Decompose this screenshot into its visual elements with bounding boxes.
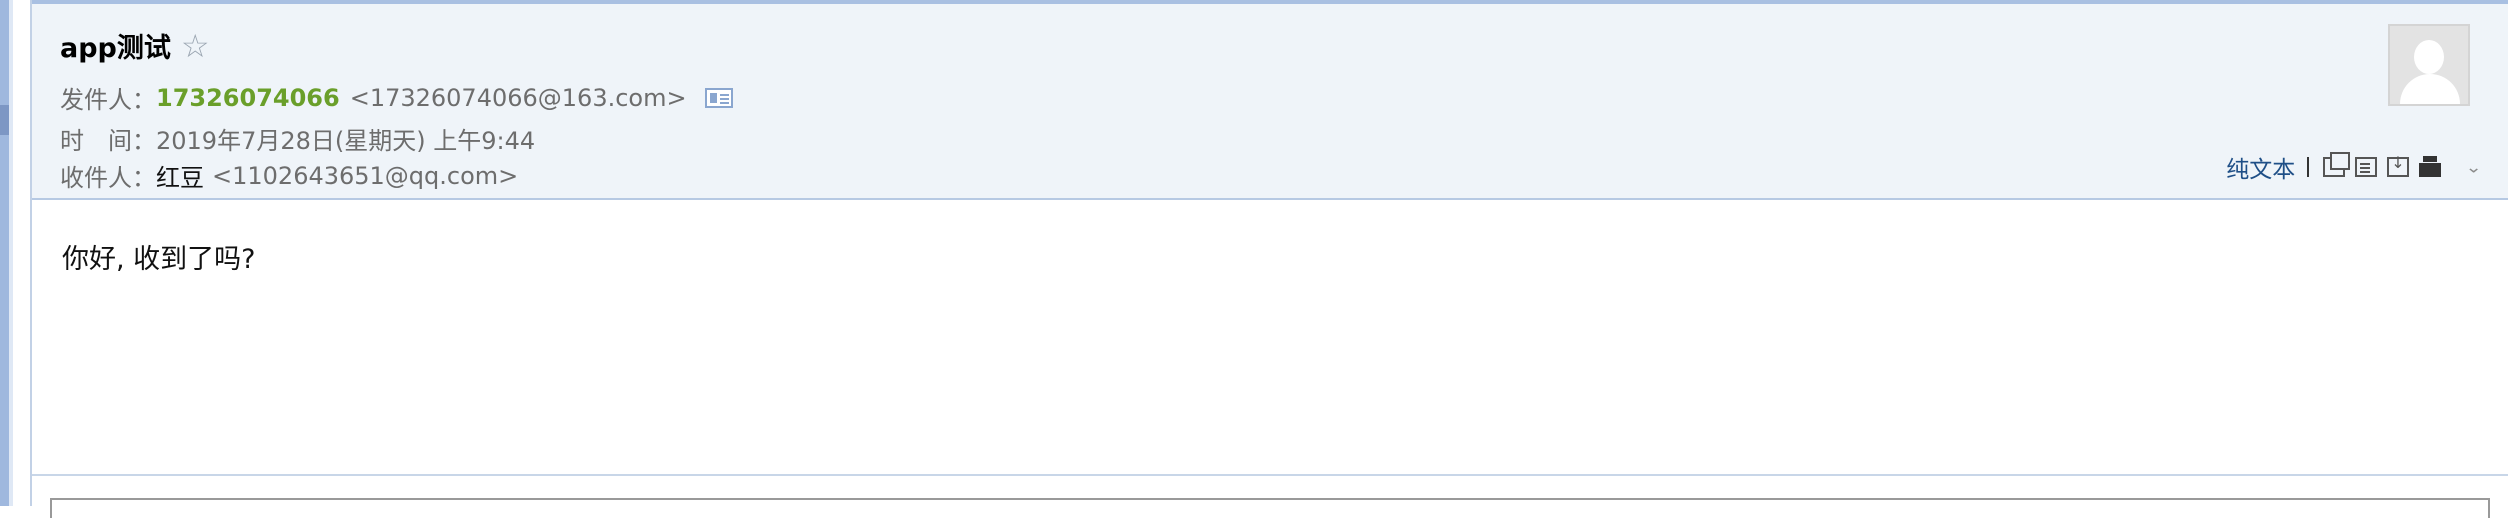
subject-text: app测试 [60, 33, 171, 64]
time-label: 时 间： [60, 127, 156, 155]
time-row: 时 间： 2019年7月28日(星期天) 上午9:44 [60, 121, 535, 156]
left-panel-handle[interactable] [0, 105, 9, 135]
avatar-head-icon [2414, 40, 2444, 74]
time-value: 2019年7月28日(星期天) 上午9:44 [156, 127, 536, 155]
plain-text-link[interactable]: 纯文本 [2226, 150, 2295, 184]
recipient-name[interactable]: 红豆 [156, 158, 204, 193]
left-panel-inner-edge [9, 0, 13, 506]
toolbar-separator [2307, 157, 2310, 177]
expand-chevron-icon[interactable]: ⌄ [2465, 157, 2482, 176]
recipient-row: 收件人： 红豆 <1102643651@qq.com> [60, 158, 518, 193]
contact-card-icon[interactable] [704, 87, 733, 108]
sender-address: <17326074066@163.com> [349, 83, 687, 112]
save-icon[interactable] [2387, 153, 2410, 177]
to-label: 收件人： [60, 164, 156, 192]
sender-row: 发件人： 17326074066 <17326074066@163.com> [60, 80, 733, 115]
avatar-body-icon [2400, 74, 2460, 104]
left-panel-edge [0, 0, 9, 506]
star-icon[interactable]: ☆ [181, 27, 210, 65]
mail-header: app测试 ☆ 发件人： 17326074066 <17326074066@16… [32, 0, 2508, 200]
reply-box[interactable] [50, 498, 2490, 518]
document-icon[interactable] [2355, 157, 2378, 177]
recipient-address: <1102643651@qq.com> [212, 161, 519, 190]
from-label: 发件人： [60, 86, 156, 114]
mail-body: 你好, 收到了吗? [62, 244, 256, 275]
sender-avatar [2388, 24, 2470, 106]
sender-name[interactable]: 17326074066 [156, 84, 340, 112]
print-icon[interactable] [2419, 156, 2442, 177]
mail-subject: app测试 ☆ [60, 26, 210, 65]
mail-toolbar: 纯文本 ⌄ [2226, 150, 2482, 184]
body-divider [32, 474, 2508, 476]
new-window-icon[interactable] [2323, 152, 2351, 177]
